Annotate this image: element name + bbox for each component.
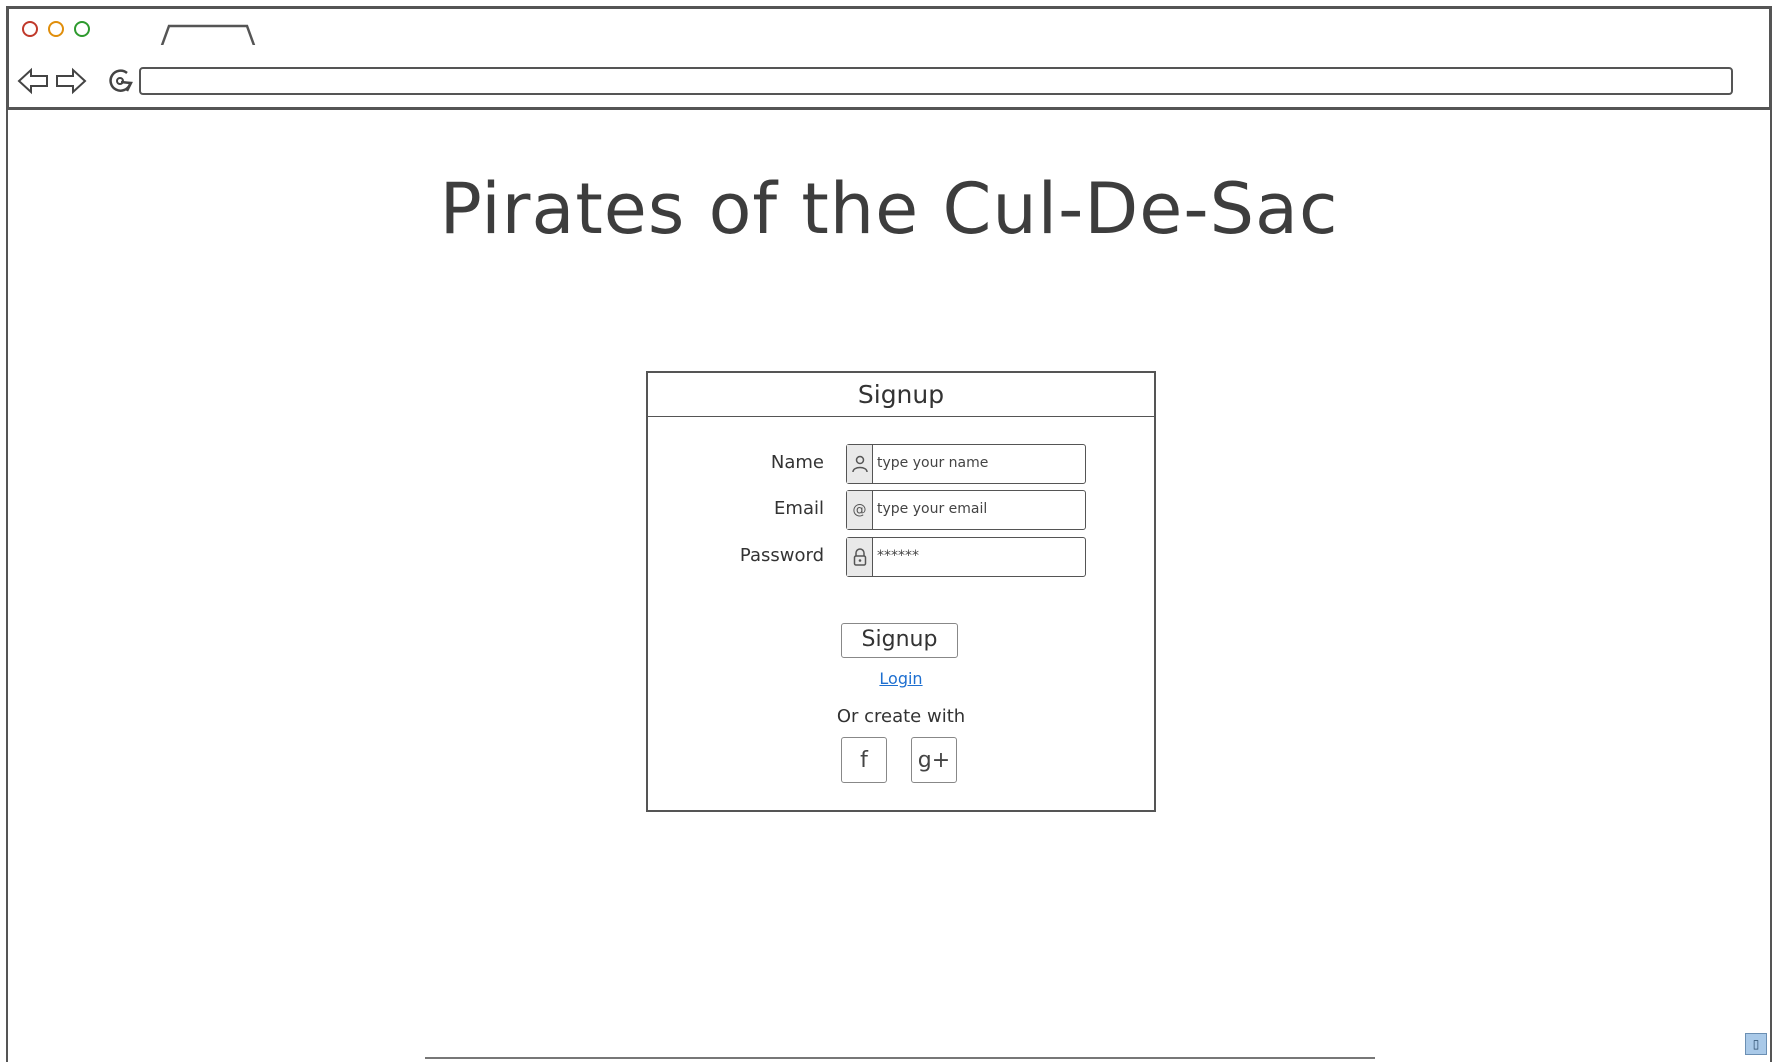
name-label: Name [770,452,824,473]
password-label: Password [739,545,824,566]
page-title: Pirates of the Cul-De-Sac [439,168,1339,250]
email-label: Email [774,498,824,519]
minimize-window-button[interactable] [48,21,64,37]
close-window-button[interactable] [22,21,38,37]
google-plus-icon: g+ [917,747,951,773]
signup-panel: Signup Name type your name Email @ type … [646,371,1156,812]
email-row: Email @ type your email [648,490,1154,532]
at-icon: @ [847,491,873,529]
facebook-button[interactable]: f [841,737,887,783]
login-link[interactable]: Login [648,669,1154,688]
password-field[interactable]: ****** [846,537,1086,577]
name-row: Name type your name [648,444,1154,486]
maximize-window-button[interactable] [74,21,90,37]
lock-icon [847,538,873,576]
device-icon[interactable]: ▯ [1745,1033,1767,1055]
arrow-left-icon[interactable] [17,67,49,95]
reload-icon[interactable] [105,67,137,95]
password-field-value: ****** [877,548,919,564]
name-field-value: type your name [877,455,989,471]
google-plus-button[interactable]: g+ [911,737,957,783]
or-create-with-text: Or create with [836,706,966,727]
scrollbar-track[interactable] [425,1057,1375,1059]
arrow-right-icon[interactable] [55,67,87,95]
email-field[interactable]: @ type your email [846,490,1086,530]
browser-title-bar [6,6,1772,48]
url-bar[interactable] [139,67,1733,95]
password-row: Password ****** [648,537,1154,579]
name-field[interactable]: type your name [846,444,1086,484]
facebook-icon: f [860,747,868,773]
signup-panel-header: Signup [648,373,1154,417]
user-icon [847,445,873,483]
email-field-value: type your email [877,501,988,517]
browser-nav-bar [6,45,1772,110]
signup-button[interactable]: Signup [841,623,958,658]
